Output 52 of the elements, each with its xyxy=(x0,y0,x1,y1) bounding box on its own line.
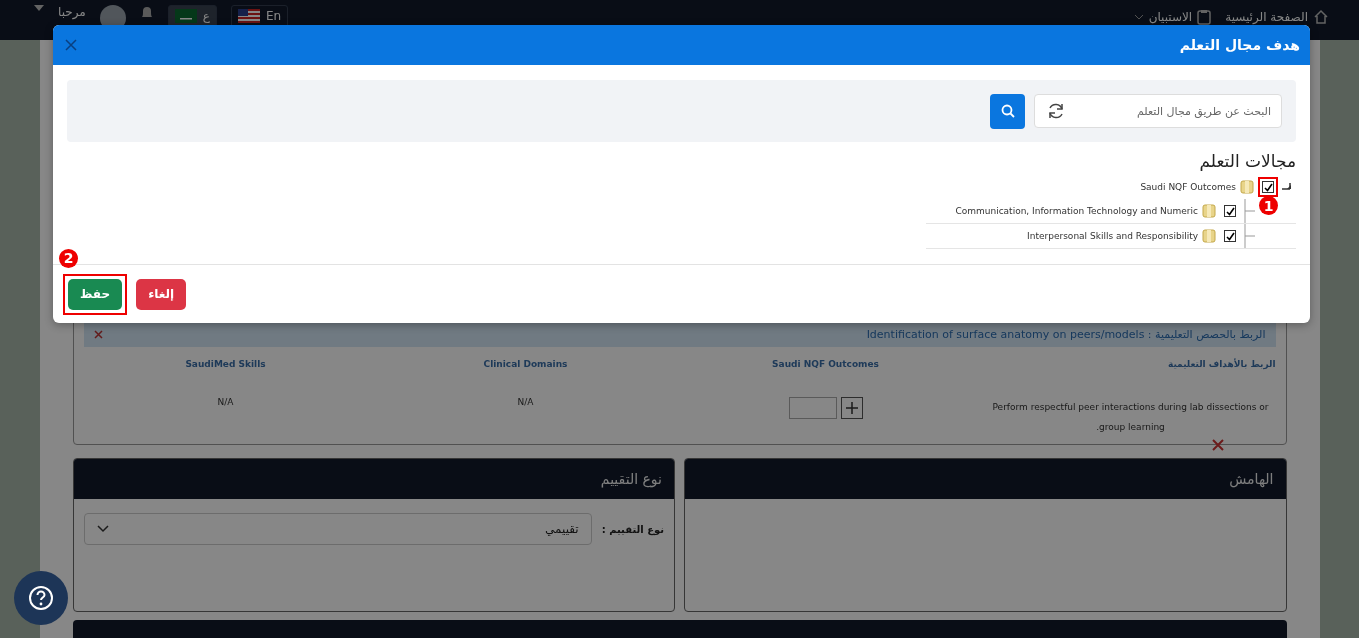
folder-icon xyxy=(1202,229,1216,243)
input-field[interactable] xyxy=(788,397,837,419)
flag-icon xyxy=(174,9,197,23)
help-button[interactable] xyxy=(14,571,68,625)
column-header: الربط بالأهداف التعليمية xyxy=(1166,357,1276,372)
cancel-button[interactable]: إلغاء xyxy=(136,278,187,310)
greeting-text: مرحبا xyxy=(58,5,86,19)
delete-icon[interactable] xyxy=(1211,439,1224,451)
folder-icon xyxy=(1202,204,1216,218)
folder-icon xyxy=(1240,180,1254,194)
column-header: Clinical Domains xyxy=(482,358,569,371)
nav-link[interactable]: الاستبيان xyxy=(1133,5,1212,25)
close-icon[interactable] xyxy=(93,329,103,339)
objective-text: Perform respectful peer interactions during lab dissections or group learning. xyxy=(991,401,1270,434)
nav-link[interactable]: الصفحة الرئيسية xyxy=(1225,5,1329,25)
callout-number: 2 xyxy=(59,248,78,268)
chevron-down-icon xyxy=(1133,14,1144,20)
help-icon xyxy=(28,585,54,611)
search-button[interactable] xyxy=(990,93,1025,129)
refresh-icon[interactable] xyxy=(1046,101,1066,121)
close-icon xyxy=(65,39,77,51)
table-cell: N/A xyxy=(517,397,534,407)
panel-header: نوع التقييم xyxy=(73,459,674,499)
checkbox[interactable] xyxy=(1262,181,1274,193)
tree-connector xyxy=(1244,224,1256,248)
checkbox[interactable] xyxy=(1224,230,1236,242)
checkbox[interactable] xyxy=(1224,205,1236,217)
tree-item-label[interactable]: Communication, Information Technology and Numeric xyxy=(955,206,1198,216)
lesson-link-text[interactable]: الربط بالحصص التعليمية : Identification of surface anatomy on peers/models xyxy=(866,327,1266,341)
chevron-down-icon xyxy=(96,525,109,533)
close-button[interactable] xyxy=(65,39,77,51)
flag-icon xyxy=(237,9,260,23)
column-header: Saudi NQF Outcomes xyxy=(771,358,880,371)
tree-connector xyxy=(1244,199,1256,223)
field-label: نوع التقييم : xyxy=(601,523,664,535)
add-button[interactable] xyxy=(840,397,863,419)
panel-header: الهامش xyxy=(685,459,1286,499)
select-field[interactable]: تقييمي xyxy=(83,513,592,545)
table-cell: N/A xyxy=(217,397,234,407)
tree-item-label[interactable]: Interpersonal Skills and Responsibility xyxy=(1027,231,1198,241)
callout-number: 1 xyxy=(1259,196,1278,215)
clipboard-icon xyxy=(1197,9,1212,25)
search-field[interactable]: البحث عن طريق مجال التعلم xyxy=(1034,94,1282,128)
column-header: SaudiMed Skills xyxy=(184,358,267,371)
search-icon xyxy=(1000,104,1015,118)
plus-icon xyxy=(845,402,858,414)
tree-item-label[interactable]: Saudi NQF Outcomes xyxy=(1140,182,1236,192)
caret-icon[interactable] xyxy=(34,5,44,11)
save-button[interactable]: حفظ xyxy=(68,278,123,310)
modal-title: هدف مجال التعلم xyxy=(1179,37,1300,53)
tree-title: مجالات التعلم xyxy=(1198,151,1296,171)
home-icon xyxy=(1313,9,1329,25)
